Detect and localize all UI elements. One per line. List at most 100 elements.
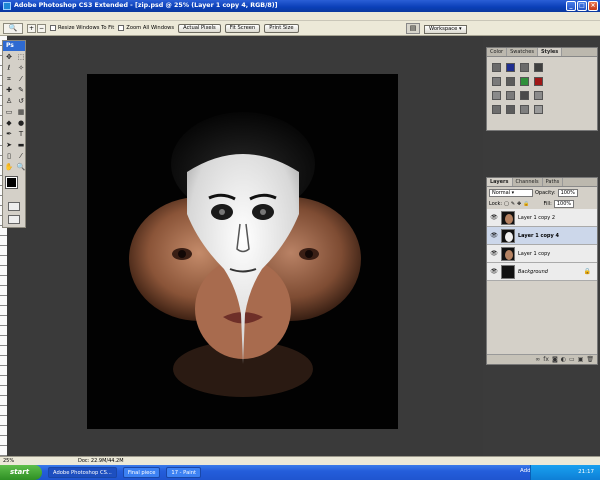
visibility-eye-icon[interactable]: 👁: [490, 214, 498, 221]
screen-mode-icon[interactable]: [8, 215, 20, 224]
layer-row[interactable]: 👁 Background 🔒: [487, 263, 597, 281]
lasso-tool-icon[interactable]: ℓ: [4, 63, 14, 73]
style-swatch[interactable]: [534, 77, 543, 86]
style-swatch[interactable]: [520, 77, 529, 86]
layer-row[interactable]: 👁 Layer 1 copy 4: [487, 227, 597, 245]
opacity-input[interactable]: 100%: [557, 188, 578, 197]
photoshop-app-icon: [3, 2, 11, 10]
resize-windows-checkbox[interactable]: Resize Windows To Fit: [50, 25, 114, 31]
style-swatch[interactable]: [534, 91, 543, 100]
styles-tab-swatches[interactable]: Swatches: [507, 48, 538, 56]
new-group-icon[interactable]: ▭: [569, 355, 575, 364]
layers-tab-layers[interactable]: Layers: [487, 178, 513, 186]
layers-tab-channels[interactable]: Channels: [513, 178, 543, 186]
tool-grid: ✥ ⬚ ℓ ✧ ⌗ ⁄ ✚ ✎ ♙ ↺ ▭ ▦ ◆ ● ✒ T ➤ ▬ ▯ ⁄ …: [3, 51, 26, 173]
style-swatch[interactable]: [506, 63, 515, 72]
quick-mask-mode-icon[interactable]: [8, 202, 20, 211]
document-canvas[interactable]: [87, 74, 398, 429]
taskbar-button[interactable]: 17 - Paint: [166, 467, 202, 478]
style-swatch[interactable]: [506, 77, 515, 86]
fit-screen-button[interactable]: Fit Screen: [224, 23, 261, 33]
status-bar: 25% Doc: 22.9M/44.2M: [0, 456, 600, 465]
zoom-level[interactable]: 25%: [3, 457, 14, 465]
zoom-all-windows-checkbox[interactable]: Zoom All Windows: [118, 25, 174, 31]
layer-style-icon[interactable]: fx: [543, 355, 549, 364]
type-tool-icon[interactable]: T: [16, 129, 26, 139]
shape-tool-icon[interactable]: ▬: [16, 140, 26, 150]
style-swatch[interactable]: [492, 105, 501, 114]
style-swatch[interactable]: [506, 105, 515, 114]
zoom-tool-icon[interactable]: 🔍: [16, 162, 26, 172]
zoom-tool-preset-icon[interactable]: 🔍: [3, 22, 23, 34]
layers-tab-paths[interactable]: Paths: [543, 178, 564, 186]
style-swatch[interactable]: [492, 91, 501, 100]
style-swatch[interactable]: [520, 105, 529, 114]
layer-name: Layer 1 copy 4: [518, 232, 559, 239]
workspace-icon[interactable]: ▤: [406, 23, 420, 34]
close-button[interactable]: ×: [588, 1, 598, 11]
hand-tool-icon[interactable]: ✋: [4, 162, 14, 172]
styles-tab-color[interactable]: Color: [487, 48, 508, 56]
gradient-tool-icon[interactable]: ▦: [16, 107, 26, 117]
system-tray: 21:17: [530, 465, 600, 480]
magic-wand-tool-icon[interactable]: ✧: [16, 63, 26, 73]
style-swatch-grid: [487, 57, 597, 120]
blur-tool-icon[interactable]: ◆: [4, 118, 14, 128]
notes-tool-icon[interactable]: ▯: [4, 151, 14, 161]
lock-all-icon[interactable]: 🔒: [523, 201, 529, 207]
style-swatch[interactable]: [492, 77, 501, 86]
style-swatch[interactable]: [534, 105, 543, 114]
zoom-in-icon[interactable]: +: [27, 23, 36, 33]
clone-stamp-tool-icon[interactable]: ♙: [4, 96, 14, 106]
history-brush-tool-icon[interactable]: ↺: [16, 96, 26, 106]
styles-panel: Color Swatches Styles: [486, 47, 598, 131]
lock-image-icon[interactable]: ✎: [511, 201, 515, 207]
delete-layer-icon[interactable]: 🗑: [586, 355, 594, 364]
eraser-tool-icon[interactable]: ▭: [4, 107, 14, 117]
style-swatch[interactable]: [520, 91, 529, 100]
style-swatch[interactable]: [492, 63, 501, 72]
layer-thumbnail: [501, 210, 515, 225]
eyedropper-tool-icon[interactable]: ⁄: [16, 74, 26, 84]
zoom-mode-icons: + −: [27, 23, 46, 33]
layers-panel-footer: ∞ fx ◙ ◐ ▭ ▣ 🗑: [487, 354, 597, 364]
layer-row[interactable]: 👁 Layer 1 copy 2: [487, 209, 597, 227]
marquee-tool-icon[interactable]: ⬚: [16, 52, 26, 62]
styles-panel-tabs: Color Swatches Styles: [487, 48, 597, 57]
adjustment-layer-icon[interactable]: ◐: [561, 355, 566, 364]
taskbar-button[interactable]: Final piece: [122, 467, 161, 478]
path-selection-tool-icon[interactable]: ➤: [4, 140, 14, 150]
workspace-dropdown[interactable]: Workspace ▾: [424, 25, 467, 34]
zoom-out-icon[interactable]: −: [37, 23, 46, 33]
layer-row[interactable]: 👁 Layer 1 copy: [487, 245, 597, 263]
healing-brush-tool-icon[interactable]: ✚: [4, 85, 14, 95]
styles-tab-styles[interactable]: Styles: [537, 48, 563, 56]
visibility-eye-icon[interactable]: 👁: [490, 232, 498, 239]
link-layers-icon[interactable]: ∞: [535, 355, 540, 364]
brush-tool-icon[interactable]: ✎: [16, 85, 26, 95]
eyedropper2-tool-icon[interactable]: ⁄: [16, 151, 26, 161]
crop-tool-icon[interactable]: ⌗: [4, 74, 14, 84]
minimize-button[interactable]: _: [566, 1, 576, 11]
style-swatch[interactable]: [520, 63, 529, 72]
visibility-eye-icon[interactable]: 👁: [490, 268, 498, 275]
taskbar-button[interactable]: Adobe Photoshop CS...: [48, 467, 117, 478]
actual-pixels-button[interactable]: Actual Pixels: [178, 23, 221, 33]
visibility-eye-icon[interactable]: 👁: [490, 250, 498, 257]
move-tool-icon[interactable]: ✥: [4, 52, 14, 62]
maximize-button[interactable]: □: [577, 1, 587, 11]
fill-input[interactable]: 100%: [553, 199, 575, 208]
pen-tool-icon[interactable]: ✒: [4, 129, 14, 139]
new-layer-icon[interactable]: ▣: [578, 355, 584, 364]
blend-mode-select[interactable]: Normal ▾: [489, 188, 533, 197]
dodge-tool-icon[interactable]: ●: [16, 118, 26, 128]
print-size-button[interactable]: Print Size: [264, 23, 299, 33]
foreground-color[interactable]: [5, 176, 18, 189]
start-button[interactable]: start: [0, 465, 42, 480]
style-swatch[interactable]: [506, 91, 515, 100]
style-swatch[interactable]: [534, 63, 543, 72]
add-mask-icon[interactable]: ◙: [552, 355, 558, 364]
lock-transparent-icon[interactable]: ▢: [504, 201, 509, 207]
lock-position-icon[interactable]: ✥: [517, 201, 521, 207]
layer-thumbnail: [501, 264, 515, 279]
